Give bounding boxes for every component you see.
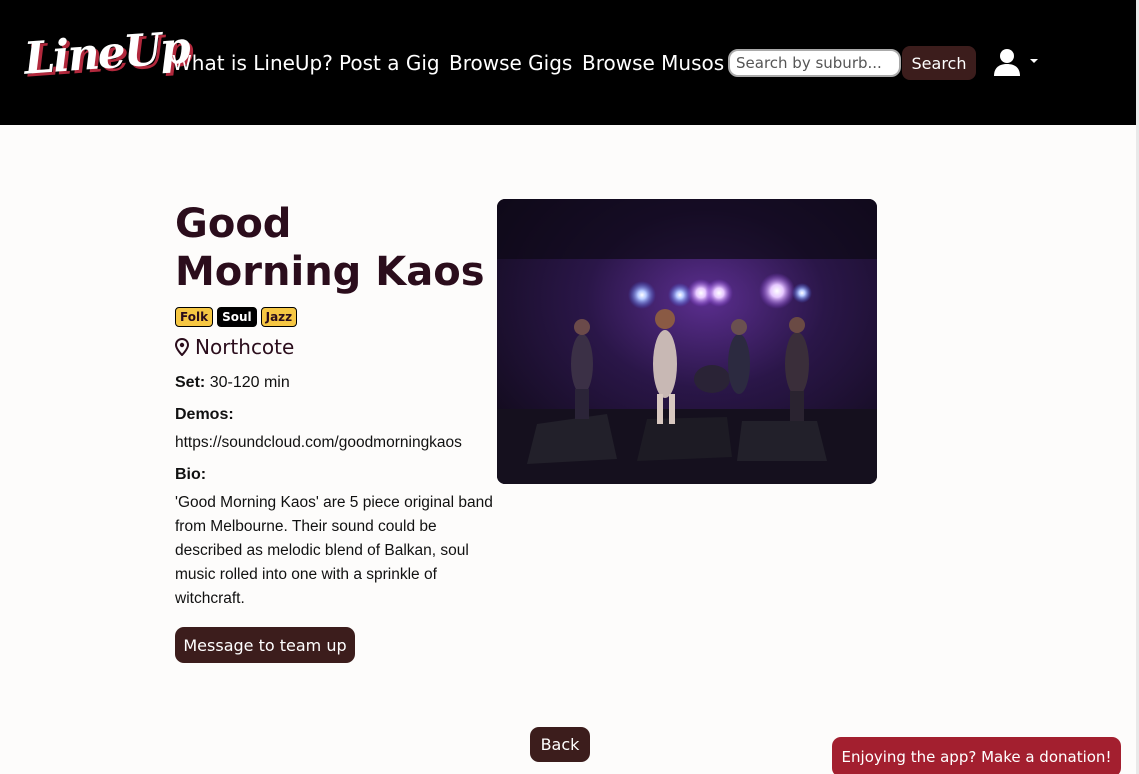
donation-button[interactable]: Enjoying the app? Make a donation! bbox=[832, 737, 1121, 774]
band-photo bbox=[497, 199, 877, 484]
search-button[interactable]: Search bbox=[902, 46, 976, 80]
bio-label: Bio: bbox=[175, 466, 207, 483]
genre-badge-jazz: Jazz bbox=[260, 307, 298, 327]
map-pin-icon bbox=[175, 338, 189, 356]
back-button[interactable]: Back bbox=[530, 727, 590, 762]
demos-label: Demos: bbox=[175, 406, 234, 423]
lineup-logo[interactable]: LineUp bbox=[22, 22, 190, 84]
search-input[interactable] bbox=[728, 49, 901, 77]
bio-text: 'Good Morning Kaos' are 5 piece original… bbox=[175, 494, 493, 607]
genre-badges: Folk Soul Jazz bbox=[175, 307, 298, 327]
musician-name: Good Morning Kaos bbox=[175, 201, 485, 295]
set-length: Set: 30-120 min bbox=[175, 373, 290, 393]
nav-link-browse-gigs[interactable]: Browse Gigs bbox=[449, 50, 572, 76]
user-menu-dropdown[interactable] bbox=[993, 46, 1041, 80]
user-icon bbox=[994, 49, 1020, 76]
set-label: Set: bbox=[175, 374, 206, 391]
message-to-team-up-button[interactable]: Message to team up bbox=[175, 627, 355, 663]
demos-link[interactable]: https://soundcloud.com/goodmorningkaos bbox=[175, 433, 462, 453]
set-value: 30-120 min bbox=[209, 374, 290, 391]
nav-link-browse-musos[interactable]: Browse Musos bbox=[582, 50, 724, 76]
chevron-down-icon bbox=[1030, 59, 1038, 63]
nav-link-post-a-gig[interactable]: Post a Gig bbox=[339, 50, 440, 76]
genre-badge-folk: Folk bbox=[175, 307, 214, 327]
musician-location: Northcote bbox=[175, 335, 294, 359]
nav-link-what-is-lineup[interactable]: What is LineUp? bbox=[172, 50, 333, 76]
genre-badge-soul: Soul bbox=[217, 307, 257, 327]
location-text: Northcote bbox=[195, 335, 295, 359]
top-navbar: LineUp What is LineUp? Post a Gig Browse… bbox=[0, 0, 1136, 125]
